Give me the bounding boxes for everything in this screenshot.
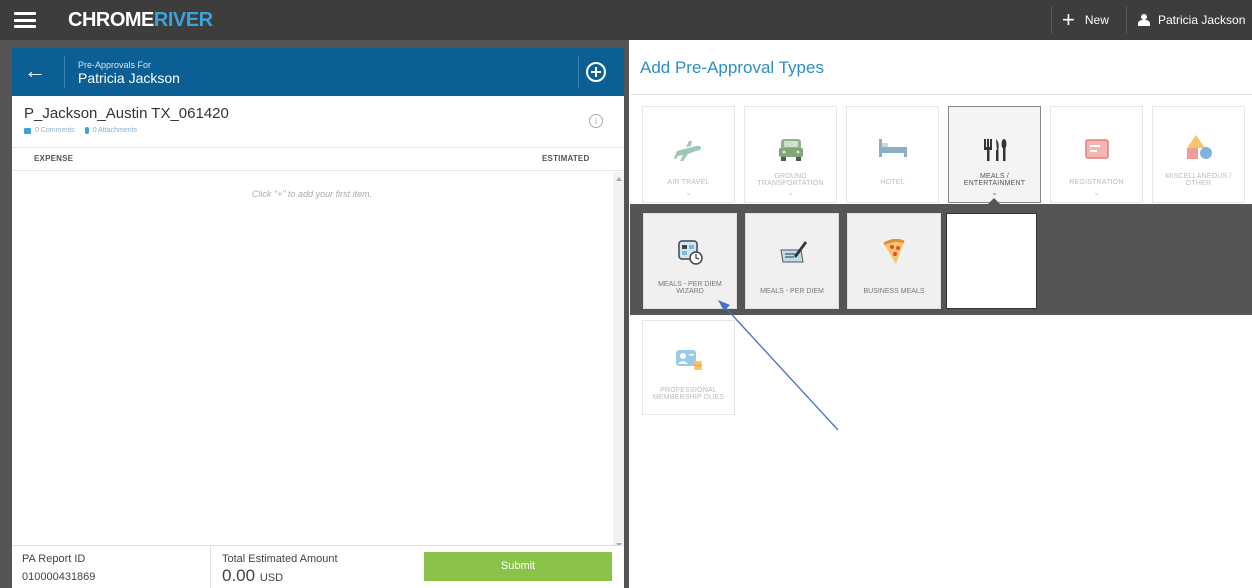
user-icon xyxy=(1138,14,1150,26)
top-bar-divider xyxy=(1126,6,1127,34)
chevron-down-icon: ⌄ xyxy=(991,190,998,197)
column-header-estimated: ESTIMATED xyxy=(542,154,590,163)
subtile-meals-per-diem[interactable]: MEALS - PER DIEM xyxy=(745,213,839,309)
bed-icon xyxy=(878,139,907,157)
fork-knife-icon xyxy=(983,139,1006,161)
report-name[interactable]: P_Jackson_Austin TX_061420 xyxy=(24,105,229,122)
tile-hotel[interactable]: HOTEL xyxy=(846,106,939,203)
shapes-icon xyxy=(1186,135,1212,159)
user-menu-button[interactable]: Patricia Jackson xyxy=(1138,0,1245,40)
info-icon[interactable]: i xyxy=(589,114,603,128)
brand-logo-text-2: RIVER xyxy=(153,9,213,31)
scrollbar[interactable] xyxy=(613,172,624,552)
submit-button[interactable]: Submit xyxy=(424,552,612,581)
id-card-coins-icon xyxy=(675,350,702,370)
brand-logo[interactable]: CHROMERIVER xyxy=(68,9,213,32)
divider xyxy=(12,170,624,171)
header-subtitle: Pre-Approvals For xyxy=(78,60,152,70)
tile-label: AIR TRAVEL xyxy=(667,179,710,186)
top-bar: CHROMERIVER + New Patricia Jackson xyxy=(0,0,1252,40)
user-name: Patricia Jackson xyxy=(1158,13,1246,27)
tile-air-travel[interactable]: AIR TRAVEL ⌄ xyxy=(642,106,735,203)
annotation-arrow-line xyxy=(722,304,839,431)
top-bar-divider xyxy=(1051,6,1052,34)
tile-professional-membership-dues[interactable]: PROFESSIONAL MEMBERSHIP DUES xyxy=(642,320,735,415)
attachments-count[interactable]: 0 Attachments xyxy=(93,127,137,134)
divider xyxy=(12,147,624,148)
new-button-label: New xyxy=(1084,13,1109,27)
report-id-value: 010000431869 xyxy=(22,571,96,583)
report-footer: PA Report ID 010000431869 Total Estimate… xyxy=(12,545,624,588)
currency-code: USD xyxy=(259,572,284,584)
car-icon xyxy=(778,139,803,161)
chevron-down-icon: ⌄ xyxy=(1093,190,1100,197)
add-item-icon[interactable] xyxy=(586,62,606,82)
new-button[interactable]: + New xyxy=(1062,0,1109,40)
add-pre-approval-types-title: Add Pre-Approval Types xyxy=(640,58,824,77)
subtile-blank-placeholder xyxy=(946,213,1037,309)
tile-meals-entertainment[interactable]: MEALS / ENTERTAINMENT ⌄ xyxy=(948,106,1041,203)
comments-count[interactable]: 0 Comments xyxy=(35,127,75,134)
attachment-icon xyxy=(84,127,89,134)
header-divider xyxy=(64,56,65,88)
total-amount-value: 0.00 xyxy=(222,566,256,585)
subtile-label: WIZARD xyxy=(676,288,704,295)
chevron-down-icon: ⌄ xyxy=(787,190,794,197)
meals-subtype-bar: MEALS - PER DIEM WIZARD MEALS - PER DIEM… xyxy=(630,204,1252,315)
tile-miscellaneous-other[interactable]: MISCELLANEOUS / OTHER xyxy=(1152,106,1245,203)
divider xyxy=(630,94,1252,95)
tile-label: TRANSPORTATION xyxy=(757,180,824,187)
comment-icon xyxy=(24,127,31,134)
plus-icon: + xyxy=(1062,7,1075,32)
subtile-business-meals[interactable]: BUSINESS MEALS xyxy=(847,213,941,309)
header-divider xyxy=(578,56,579,88)
header-title: Patricia Jackson xyxy=(78,70,180,86)
subtile-meals-per-diem-wizard[interactable]: MEALS - PER DIEM WIZARD xyxy=(643,213,737,309)
calendar-clock-icon xyxy=(678,240,703,265)
pre-approval-report-panel: ← Pre-Approvals For Patricia Jackson P_J… xyxy=(12,48,624,588)
report-meta: 0 Comments 0 Attachments xyxy=(24,127,137,134)
pizza-icon xyxy=(883,238,905,264)
tile-label: OTHER xyxy=(1185,180,1212,187)
report-id-label: PA Report ID xyxy=(22,553,86,565)
total-estimated-label: Total Estimated Amount xyxy=(222,553,338,565)
document-pen-icon xyxy=(780,241,807,263)
empty-list-message: Click "+" to add your first item. xyxy=(251,189,373,199)
tile-ground-transportation[interactable]: GROUND TRANSPORTATION ⌄ xyxy=(744,106,837,203)
footer-divider xyxy=(210,546,211,588)
subtile-label: BUSINESS MEALS xyxy=(863,288,925,295)
report-header: ← Pre-Approvals For Patricia Jackson xyxy=(12,48,624,96)
tile-registration[interactable]: REGISTRATION ⌄ xyxy=(1050,106,1143,203)
chevron-down-icon: ⌄ xyxy=(685,190,692,197)
tile-label: HOTEL xyxy=(880,179,905,186)
subtile-label: MEALS - PER DIEM xyxy=(760,288,824,295)
tile-label: MEMBERSHIP DUES xyxy=(652,394,725,401)
menu-icon[interactable] xyxy=(14,12,36,28)
tile-label: REGISTRATION xyxy=(1069,179,1124,186)
airplane-icon xyxy=(673,141,701,161)
brand-logo-text-1: CHROME xyxy=(68,9,154,31)
tile-label: ENTERTAINMENT xyxy=(963,180,1026,187)
back-arrow-icon[interactable]: ← xyxy=(24,58,46,84)
total-estimated-amount: 0.00 USD xyxy=(222,566,283,586)
ticket-icon xyxy=(1084,139,1109,159)
left-frame: ← Pre-Approvals For Patricia Jackson P_J… xyxy=(0,40,629,588)
scroll-up-icon[interactable] xyxy=(616,177,622,181)
column-header-expense: EXPENSE xyxy=(34,154,74,163)
